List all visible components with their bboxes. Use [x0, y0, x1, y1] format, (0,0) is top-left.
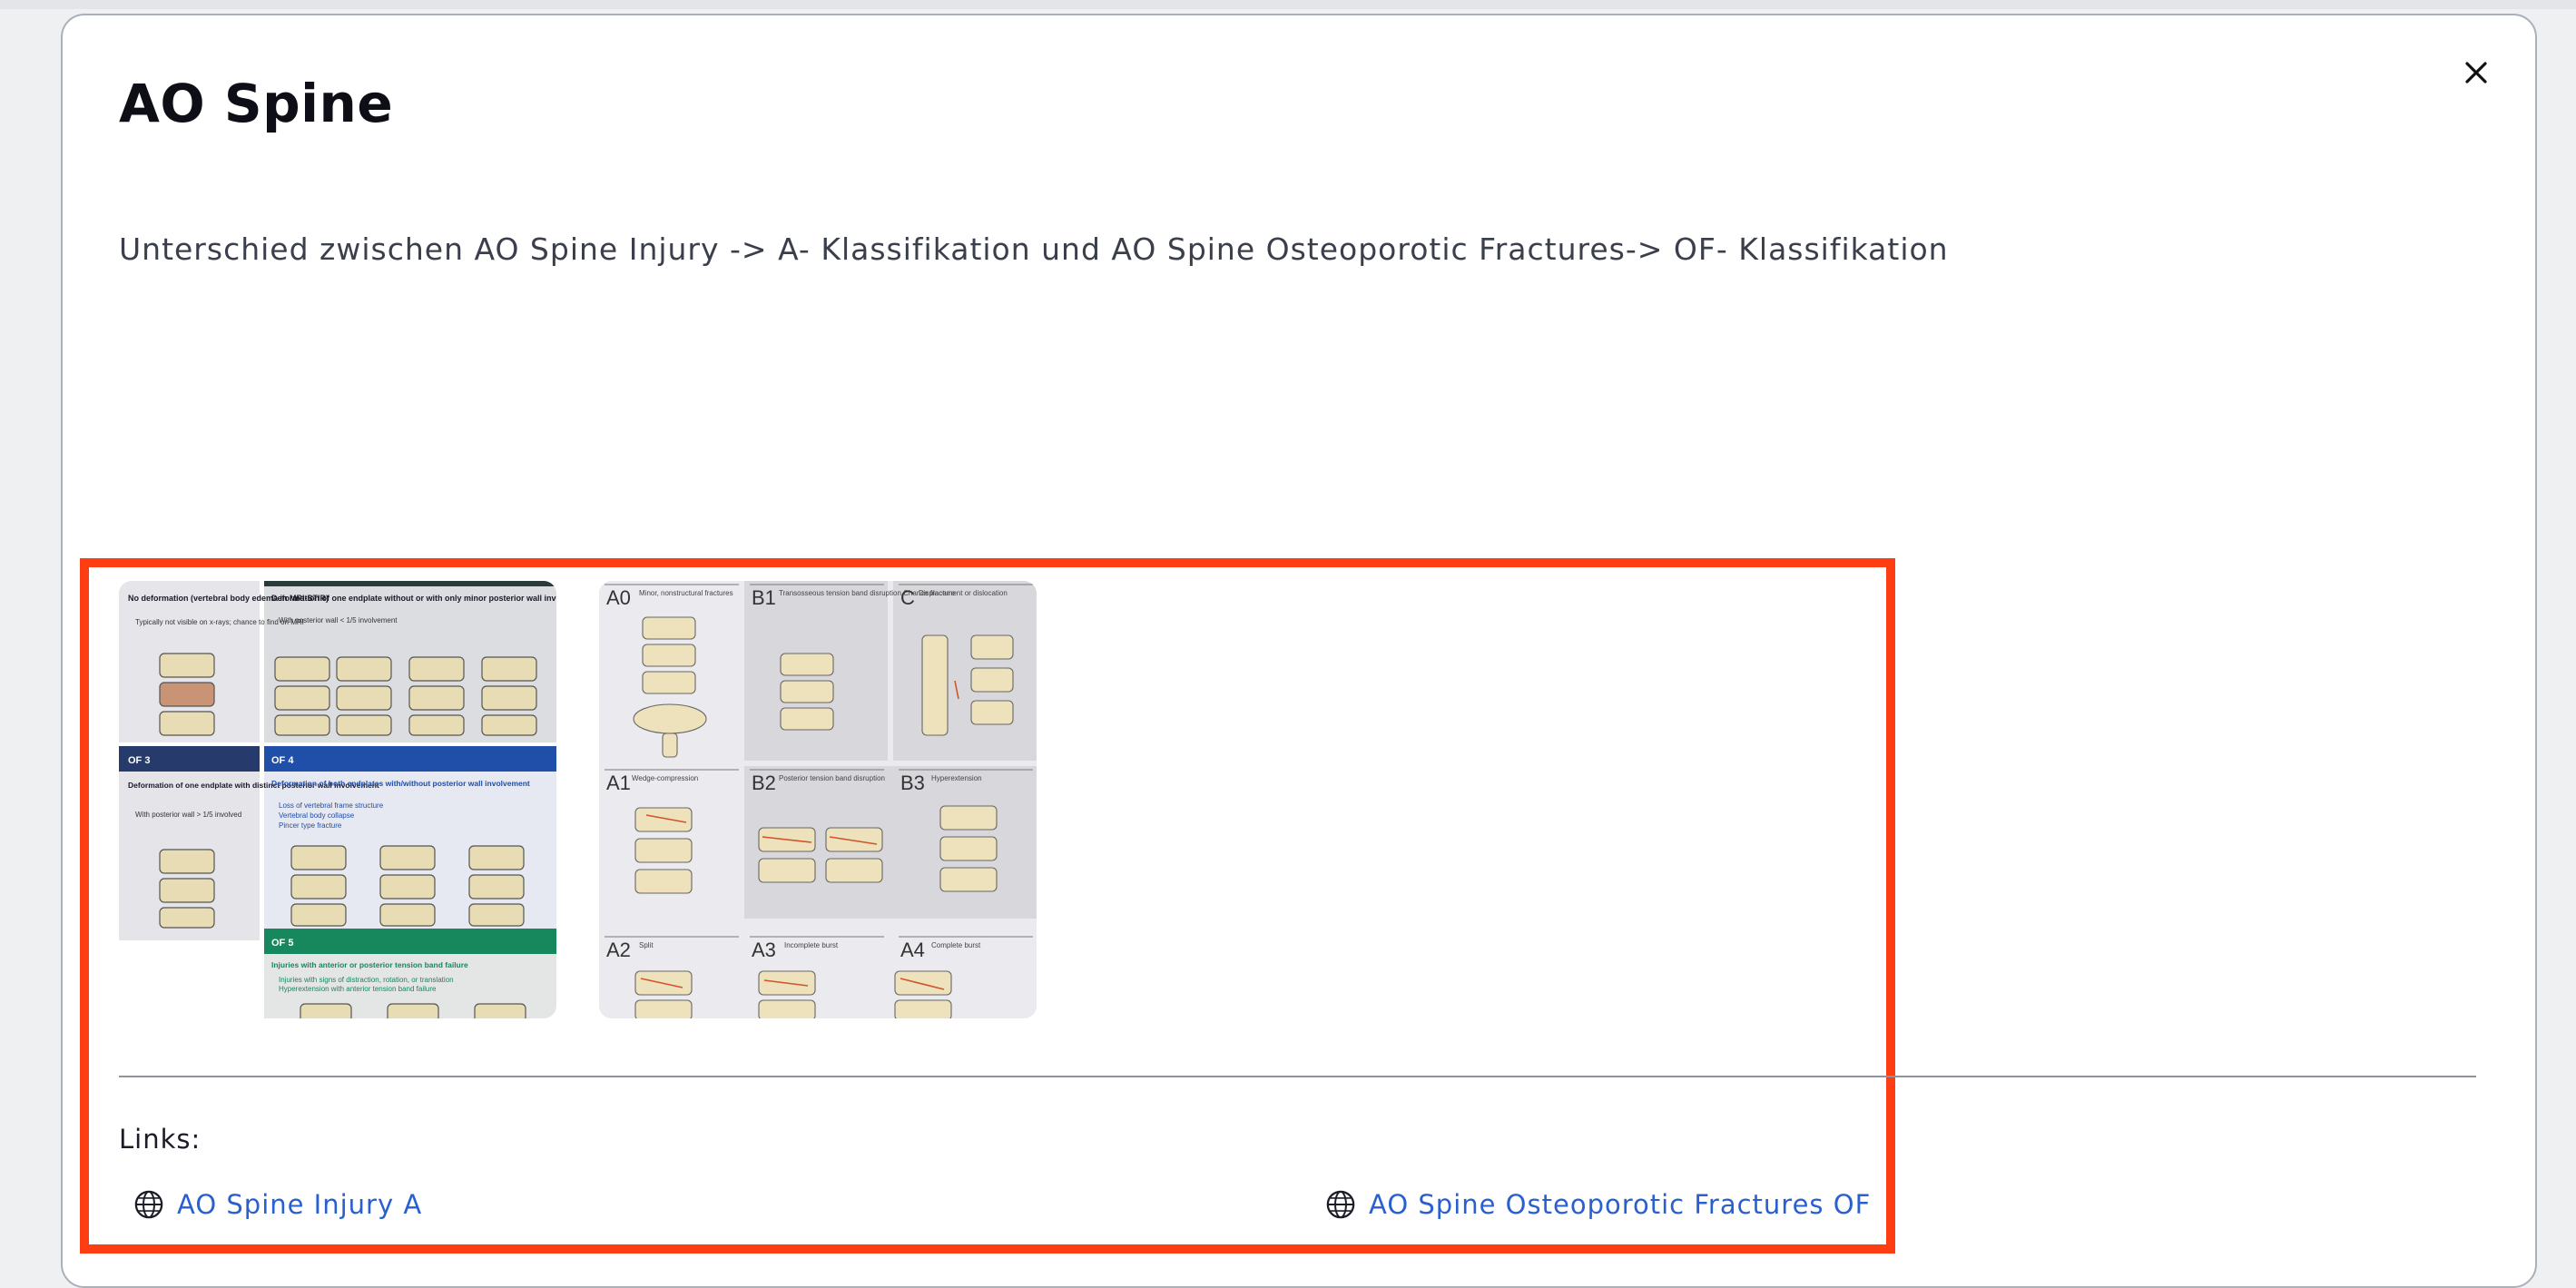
link-label: AO Spine Osteoporotic Fractures OF [1369, 1189, 1872, 1220]
section-divider [119, 1076, 2476, 1077]
link-label: AO Spine Injury A [177, 1189, 423, 1220]
dialog-title: AO Spine [119, 73, 394, 134]
annotation-highlight-box [80, 558, 1895, 1254]
close-icon[interactable] [2458, 54, 2494, 91]
globe-icon [134, 1190, 163, 1219]
links-label: Links: [119, 1124, 202, 1155]
link-ao-spine-injury-a[interactable]: AO Spine Injury A [133, 1189, 422, 1220]
page-top-bar [0, 0, 2576, 9]
dialog-description: Unterschied zwischen AO Spine Injury -> … [119, 231, 1949, 267]
globe-icon [1326, 1190, 1355, 1219]
link-ao-spine-osteoporotic-fractures-of[interactable]: AO Spine Osteoporotic Fractures OF [1325, 1189, 1871, 1220]
